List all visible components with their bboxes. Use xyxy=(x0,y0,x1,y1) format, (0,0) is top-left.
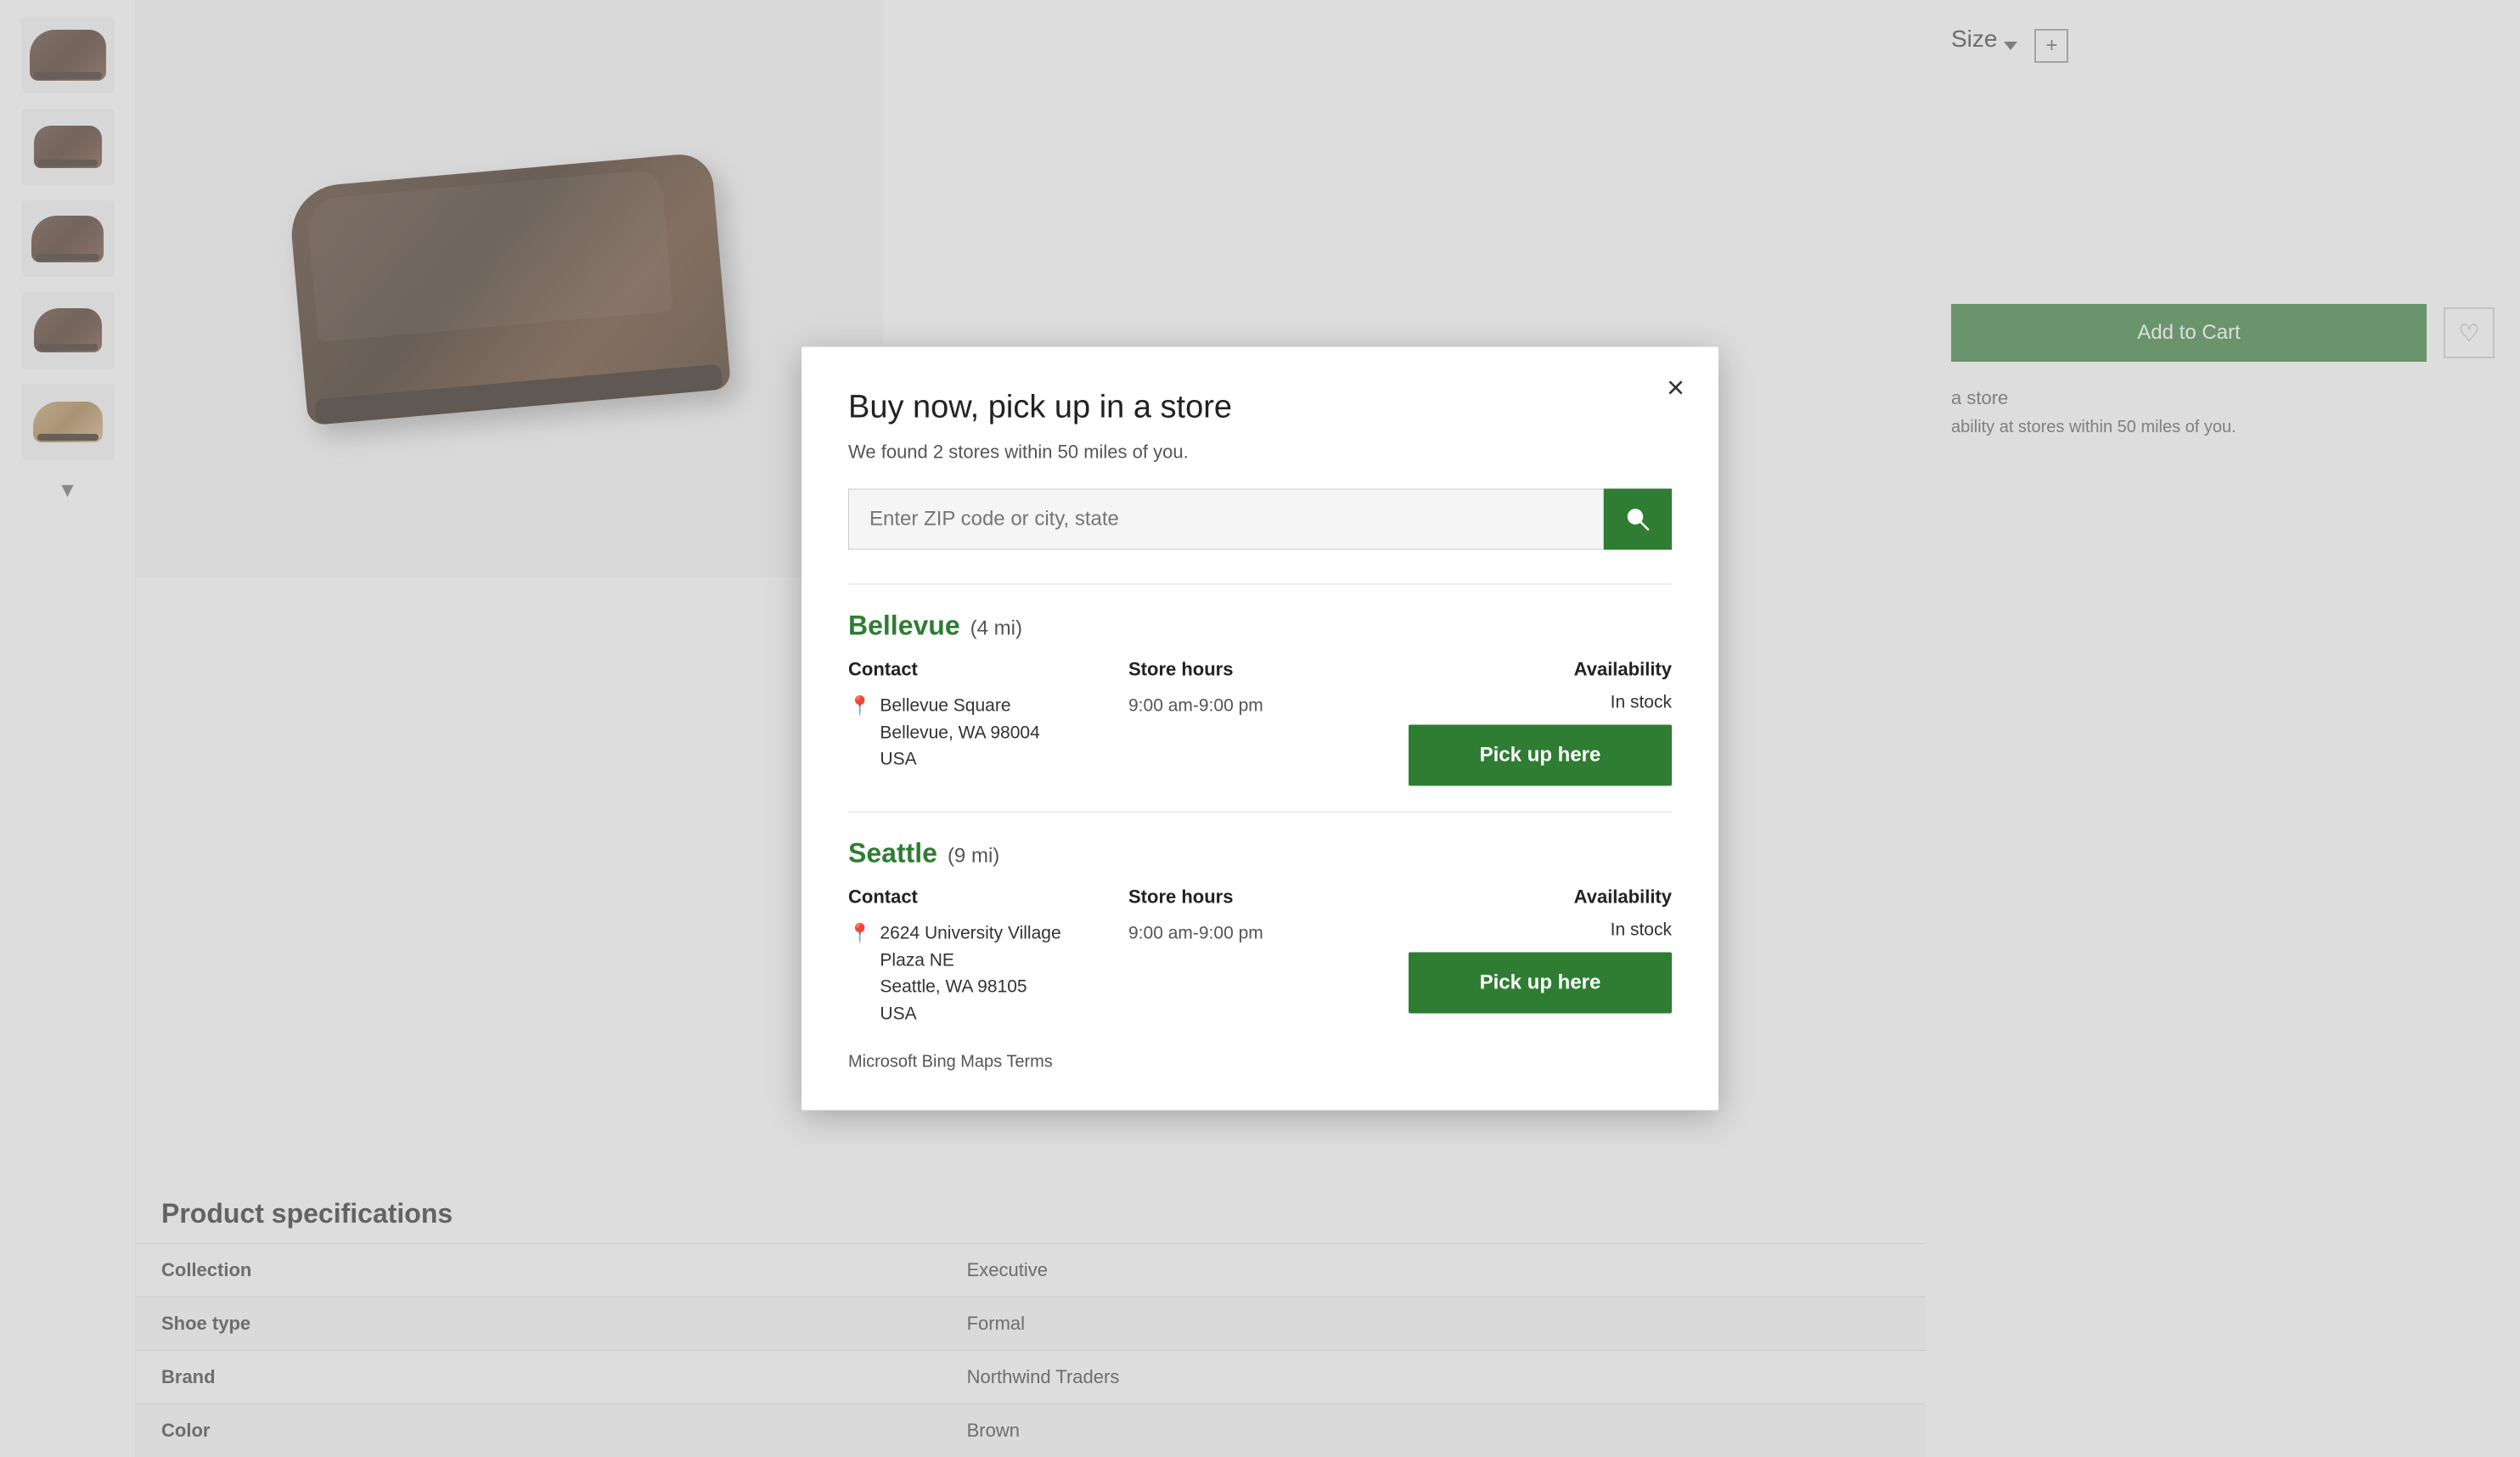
store-block-seattle: Seattle (9 mi) Contact 📍 2624 University… xyxy=(848,838,1672,1027)
bing-maps-link[interactable]: Microsoft Bing Maps Terms xyxy=(848,1053,1053,1072)
search-icon xyxy=(1625,507,1651,532)
modal-close-button[interactable]: × xyxy=(1667,373,1685,403)
contact-col-seattle: Contact 📍 2624 University Village Plaza … xyxy=(848,886,1111,1027)
store-name-seattle: Seattle xyxy=(848,838,937,869)
address-seattle: 2624 University Village Plaza NE Seattle… xyxy=(880,920,1060,1027)
contact-header-bellevue: Contact xyxy=(848,659,1111,681)
hours-col-bellevue: Store hours 9:00 am-9:00 pm xyxy=(1128,659,1392,720)
availability-header-seattle: Availability xyxy=(1574,886,1672,909)
zip-search-input[interactable] xyxy=(848,489,1604,550)
contact-header-seattle: Contact xyxy=(848,886,1111,909)
pickup-button-bellevue[interactable]: Pick up here xyxy=(1409,725,1672,786)
modal-subtitle: We found 2 stores within 50 miles of you… xyxy=(848,442,1672,464)
hours-col-seattle: Store hours 9:00 am-9:00 pm xyxy=(1128,886,1392,948)
divider-2 xyxy=(848,812,1672,813)
store-distance-seattle: (9 mi) xyxy=(948,845,999,869)
store-info-grid-seattle: Contact 📍 2624 University Village Plaza … xyxy=(848,886,1672,1027)
modal-title: Buy now, pick up in a store xyxy=(848,390,1672,426)
pin-icon-bellevue: 📍 xyxy=(848,695,871,717)
store-name-bellevue: Bellevue xyxy=(848,610,960,642)
store-pickup-modal: Buy now, pick up in a store We found 2 s… xyxy=(802,347,1718,1111)
store-block-bellevue: Bellevue (4 mi) Contact 📍 Bellevue Squar… xyxy=(848,610,1672,786)
store-info-grid-bellevue: Contact 📍 Bellevue Square Bellevue, WA 9… xyxy=(848,659,1672,786)
hours-seattle: 9:00 am-9:00 pm xyxy=(1128,920,1392,948)
store-name-row-bellevue: Bellevue (4 mi) xyxy=(848,610,1672,642)
availability-status-bellevue: In stock xyxy=(1611,693,1672,713)
divider-1 xyxy=(848,584,1672,585)
search-row xyxy=(848,489,1672,550)
hours-bellevue: 9:00 am-9:00 pm xyxy=(1128,693,1392,720)
hours-header-bellevue: Store hours xyxy=(1128,659,1392,681)
availability-col-seattle: Availability In stock Pick up here xyxy=(1409,886,1672,1014)
availability-status-seattle: In stock xyxy=(1611,920,1672,941)
contact-address-bellevue: 📍 Bellevue Square Bellevue, WA 98004 USA xyxy=(848,693,1111,774)
availability-header-bellevue: Availability xyxy=(1574,659,1672,681)
bing-maps-terms: Microsoft Bing Maps Terms xyxy=(848,1053,1672,1072)
store-name-row-seattle: Seattle (9 mi) xyxy=(848,838,1672,869)
pin-icon-seattle: 📍 xyxy=(848,923,871,945)
search-button[interactable] xyxy=(1604,489,1672,550)
availability-col-bellevue: Availability In stock Pick up here xyxy=(1409,659,1672,786)
store-distance-bellevue: (4 mi) xyxy=(970,617,1022,641)
pickup-button-seattle[interactable]: Pick up here xyxy=(1409,953,1672,1014)
contact-address-seattle: 📍 2624 University Village Plaza NE Seatt… xyxy=(848,920,1111,1027)
address-bellevue: Bellevue Square Bellevue, WA 98004 USA xyxy=(880,693,1039,774)
hours-header-seattle: Store hours xyxy=(1128,886,1392,909)
contact-col-bellevue: Contact 📍 Bellevue Square Bellevue, WA 9… xyxy=(848,659,1111,774)
